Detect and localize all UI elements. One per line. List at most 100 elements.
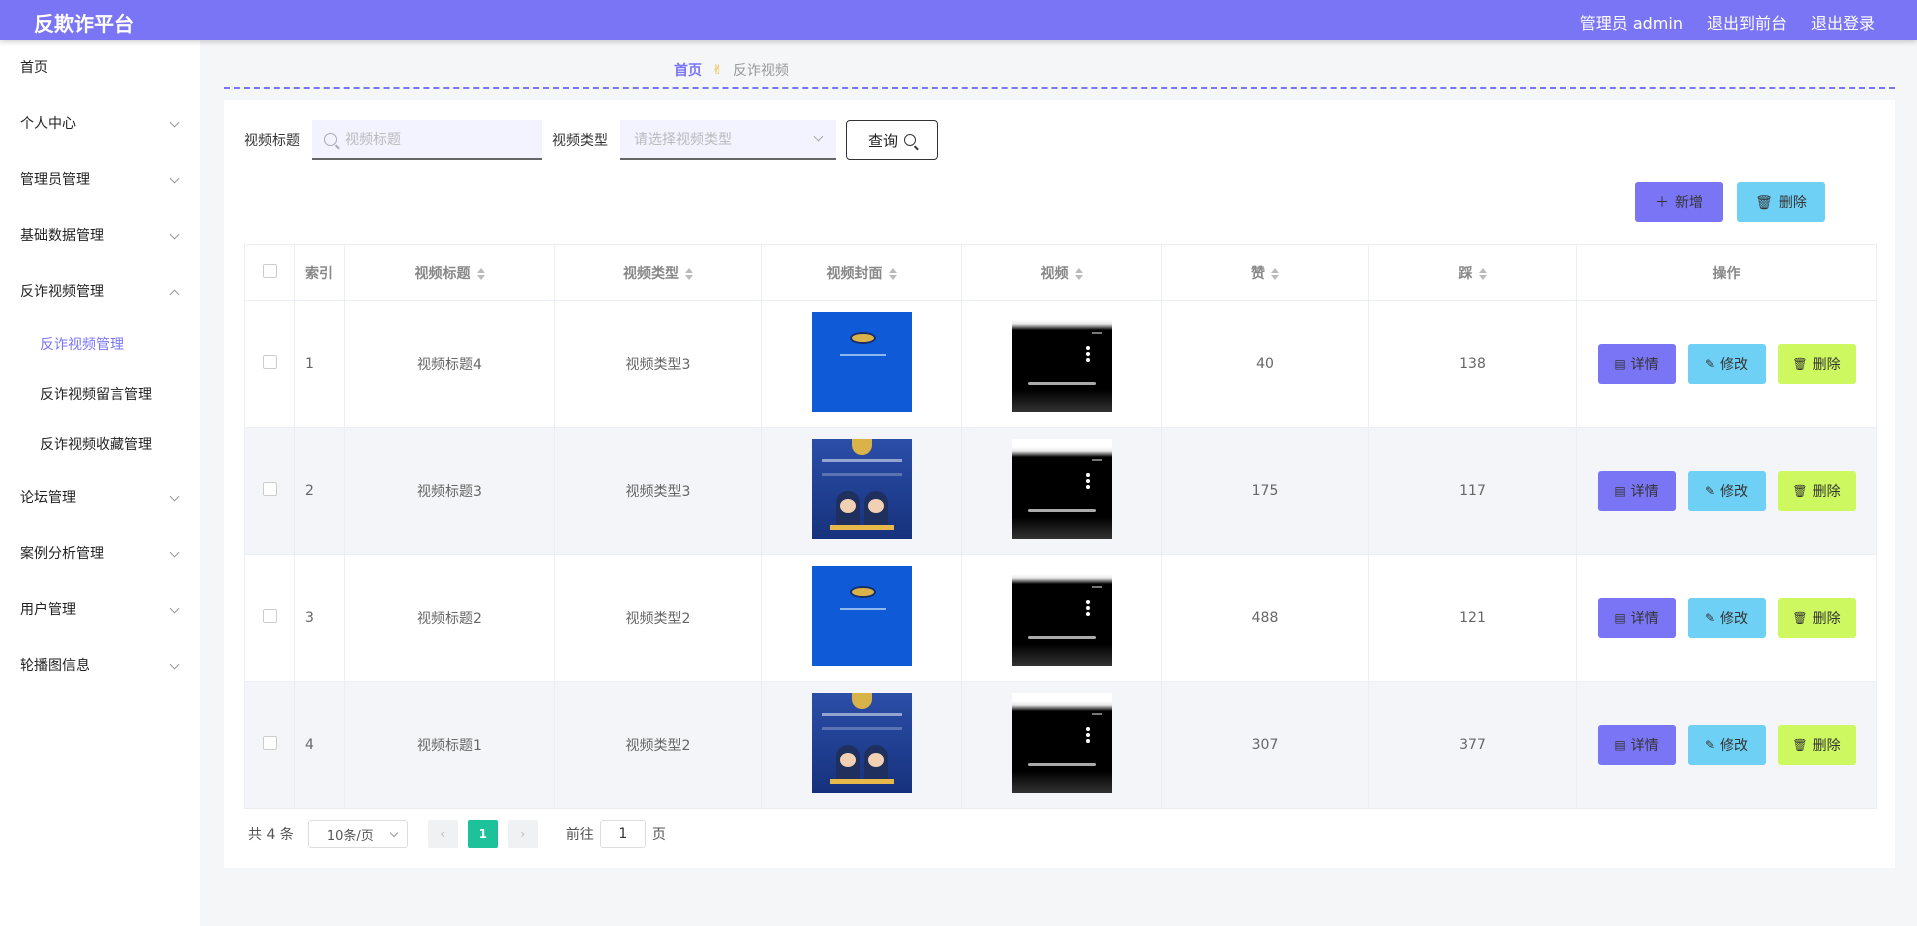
sidebar-item-forum[interactable]: 论坛管理 bbox=[0, 470, 200, 526]
page-number-current[interactable]: 1 bbox=[467, 820, 498, 848]
video-player[interactable] bbox=[1011, 566, 1112, 666]
sidebar-subitem-video-favorites[interactable]: 反诈视频收藏管理 bbox=[0, 420, 200, 470]
video-progress-bar[interactable] bbox=[1027, 763, 1096, 766]
sidebar-subitem-video-comments[interactable]: 反诈视频留言管理 bbox=[0, 370, 200, 420]
sort-icon[interactable] bbox=[1074, 267, 1083, 280]
detail-button[interactable]: ▤ 详情 bbox=[1597, 725, 1676, 765]
sidebar-item-carousel[interactable]: 轮播图信息 bbox=[0, 638, 200, 694]
delete-button[interactable]: 🗑 删除 bbox=[1777, 471, 1856, 511]
police-badge-icon bbox=[851, 439, 872, 455]
search-bar: 视频标题 视频标题 视频类型 请选择视频类型 查询 bbox=[244, 120, 938, 160]
sort-icon[interactable] bbox=[1271, 267, 1279, 280]
video-table: 索引 视频标题 视频类型 视频封面 视频 赞 踩 操作 1 视频标题4 视频类型… bbox=[244, 244, 1877, 809]
more-options-icon[interactable] bbox=[1085, 346, 1090, 350]
pagination: 共 4 条 10条/页 ‹ 1 › 前往 1 页 bbox=[248, 820, 666, 848]
column-header-title[interactable]: 视频标题 bbox=[344, 244, 555, 301]
column-header-likes[interactable]: 赞 bbox=[1161, 244, 1369, 301]
table-row: 2 视频标题3 视频类型3 175 117 ▤ 详情 ✎ 修改 🗑 删除 bbox=[244, 427, 1877, 555]
add-button[interactable]: ＋ 新增 bbox=[1635, 182, 1723, 222]
sidebar-item-home[interactable]: 首页 bbox=[0, 40, 200, 96]
sort-icon[interactable] bbox=[685, 267, 693, 280]
row-checkbox[interactable] bbox=[262, 609, 277, 623]
document-icon: ▤ bbox=[1614, 357, 1626, 371]
document-icon: ▤ bbox=[1614, 484, 1626, 498]
video-player[interactable] bbox=[1011, 693, 1112, 793]
type-select-placeholder: 请选择视频类型 bbox=[634, 132, 732, 148]
detail-label: 详情 bbox=[1630, 737, 1659, 753]
prev-page-button[interactable]: ‹ bbox=[427, 820, 458, 848]
edit-button[interactable]: ✎ 修改 bbox=[1687, 471, 1766, 511]
sidebar-item-basic-data[interactable]: 基础数据管理 bbox=[0, 208, 200, 264]
sidebar-item-video-management[interactable]: 反诈视频管理 bbox=[0, 264, 200, 320]
edit-button[interactable]: ✎ 修改 bbox=[1687, 598, 1766, 638]
column-header-type[interactable]: 视频类型 bbox=[554, 244, 762, 301]
video-cover-image[interactable] bbox=[811, 693, 912, 793]
select-all-header[interactable] bbox=[244, 244, 295, 301]
row-checkbox[interactable] bbox=[262, 482, 277, 496]
sidebar-item-label: 反诈视频管理 bbox=[20, 284, 104, 300]
video-topbar bbox=[1091, 713, 1102, 715]
chevron-down-icon bbox=[169, 603, 180, 614]
column-header-label: 视频类型 bbox=[623, 265, 679, 282]
logout-link[interactable]: 退出登录 bbox=[1811, 10, 1875, 34]
column-header-video[interactable]: 视频 bbox=[961, 244, 1162, 301]
row-checkbox[interactable] bbox=[262, 355, 277, 369]
sidebar-item-users[interactable]: 用户管理 bbox=[0, 582, 200, 638]
row-likes: 307 bbox=[1161, 681, 1369, 809]
query-button-label: 查询 bbox=[867, 132, 898, 150]
row-checkbox[interactable] bbox=[262, 736, 277, 750]
sort-icon[interactable] bbox=[476, 267, 485, 280]
total-count: 共 4 条 bbox=[248, 827, 294, 843]
sort-icon[interactable] bbox=[1478, 267, 1487, 280]
video-cover-image[interactable] bbox=[811, 566, 912, 666]
admin-label: 管理员 admin bbox=[1579, 14, 1683, 33]
sidebar-item-personal-center[interactable]: 个人中心 bbox=[0, 96, 200, 152]
delete-button[interactable]: 🗑 删除 bbox=[1777, 598, 1856, 638]
query-button[interactable]: 查询 bbox=[846, 120, 938, 160]
column-header-cover[interactable]: 视频封面 bbox=[761, 244, 962, 301]
delete-button[interactable]: 🗑 删除 bbox=[1777, 725, 1856, 765]
goto-page-input[interactable]: 1 bbox=[599, 820, 646, 848]
cover-banner bbox=[829, 525, 894, 530]
page-size-select[interactable]: 10条/页 bbox=[307, 820, 408, 848]
sidebar-subitem-video-management[interactable]: 反诈视频管理 bbox=[0, 320, 200, 370]
video-topbar bbox=[1091, 586, 1102, 588]
video-progress-bar[interactable] bbox=[1027, 509, 1096, 512]
edit-button[interactable]: ✎ 修改 bbox=[1687, 344, 1766, 384]
column-header-dislikes[interactable]: 踩 bbox=[1368, 244, 1577, 301]
sidebar-item-case-analysis[interactable]: 案例分析管理 bbox=[0, 526, 200, 582]
more-options-icon[interactable] bbox=[1085, 727, 1090, 731]
more-options-icon[interactable] bbox=[1085, 600, 1090, 604]
video-player[interactable] bbox=[1011, 439, 1112, 539]
trash-icon: 🗑 bbox=[1792, 738, 1808, 752]
row-title: 视频标题4 bbox=[344, 300, 555, 428]
row-title: 视频标题2 bbox=[344, 554, 555, 682]
select-all-checkbox[interactable] bbox=[262, 263, 277, 278]
next-page-button[interactable]: › bbox=[507, 820, 538, 848]
title-search-placeholder: 视频标题 bbox=[345, 132, 401, 148]
batch-delete-label: 删除 bbox=[1778, 194, 1807, 210]
exit-to-front-link[interactable]: 退出到前台 bbox=[1707, 10, 1787, 34]
detail-button[interactable]: ▤ 详情 bbox=[1597, 598, 1676, 638]
more-options-icon[interactable] bbox=[1085, 473, 1090, 477]
edit-button[interactable]: ✎ 修改 bbox=[1687, 725, 1766, 765]
detail-button[interactable]: ▤ 详情 bbox=[1597, 344, 1676, 384]
delete-button[interactable]: 🗑 删除 bbox=[1777, 344, 1856, 384]
video-cover-image[interactable] bbox=[811, 312, 912, 412]
batch-delete-button[interactable]: 🗑 删除 bbox=[1737, 182, 1825, 222]
video-progress-bar[interactable] bbox=[1027, 636, 1096, 639]
video-cover-image[interactable] bbox=[811, 439, 912, 539]
breadcrumb-home[interactable]: 首页 bbox=[674, 60, 702, 80]
row-actions: ▤ 详情 ✎ 修改 🗑 删除 bbox=[1597, 344, 1856, 384]
add-button-label: 新增 bbox=[1675, 194, 1703, 210]
sort-icon[interactable] bbox=[888, 267, 897, 280]
title-search-input[interactable]: 视频标题 bbox=[312, 120, 542, 160]
sidebar-item-admin-management[interactable]: 管理员管理 bbox=[0, 152, 200, 208]
video-progress-bar[interactable] bbox=[1027, 382, 1096, 385]
type-select[interactable]: 请选择视频类型 bbox=[620, 120, 836, 160]
video-player[interactable] bbox=[1011, 312, 1112, 412]
police-emblem-icon bbox=[849, 586, 876, 598]
detail-button[interactable]: ▤ 详情 bbox=[1597, 471, 1676, 511]
sidebar-item-label: 首页 bbox=[20, 60, 48, 76]
sidebar-item-label: 轮播图信息 bbox=[20, 658, 90, 674]
